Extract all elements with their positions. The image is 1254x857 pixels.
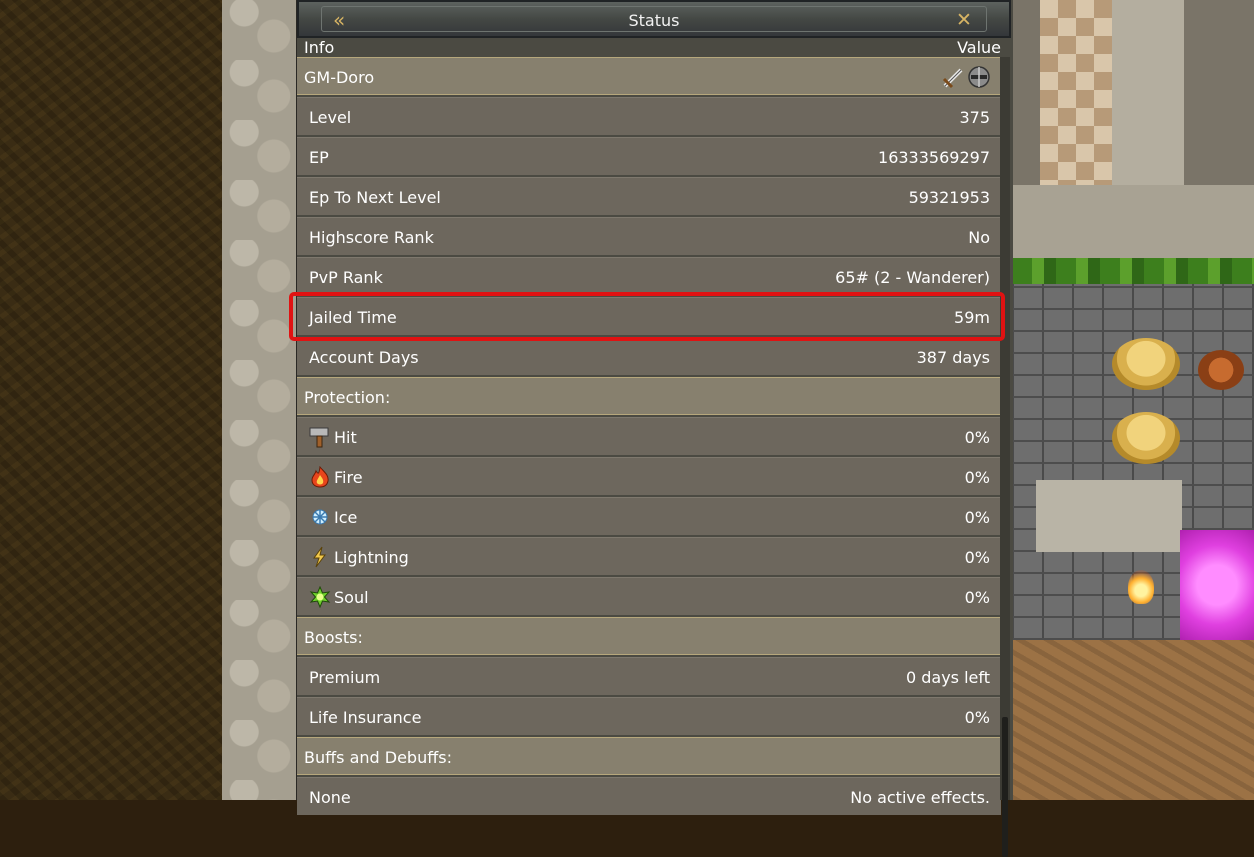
boost-label: Premium: [309, 668, 381, 687]
protection-row-ice: Ice 0%: [297, 497, 1001, 535]
close-button[interactable]: ✕: [953, 8, 975, 32]
protection-value: 0%: [964, 428, 990, 447]
double-chevron-left-icon: «: [333, 8, 346, 32]
background-magic-portal: [1180, 530, 1254, 640]
section-heading: Buffs and Debuffs:: [304, 748, 452, 767]
background-vines: [1012, 258, 1254, 284]
protection-label: Ice: [334, 508, 358, 527]
sword-icon: [942, 68, 963, 89]
stat-label: PvP Rank: [309, 268, 383, 287]
boost-row-life-insurance: Life Insurance 0%: [297, 697, 1001, 735]
helmet-icon: [968, 66, 990, 88]
column-header: Info Value: [297, 38, 1003, 57]
buff-label: None: [309, 788, 351, 807]
scrollbar[interactable]: [1000, 57, 1010, 857]
protection-row-fire: Fire 0%: [297, 457, 1001, 495]
stat-value: 375: [959, 108, 990, 127]
section-protection: Protection:: [297, 377, 1001, 415]
section-boosts: Boosts:: [297, 617, 1001, 655]
stat-value: 65# (2 - Wanderer): [835, 268, 990, 287]
stat-row-jailed-time: Jailed Time 59m: [297, 297, 1001, 335]
protection-value: 0%: [964, 468, 990, 487]
stat-label: Ep To Next Level: [309, 188, 441, 207]
snowflake-icon: [312, 509, 328, 525]
buff-value: No active effects.: [850, 788, 990, 807]
section-buffs-debuffs: Buffs and Debuffs:: [297, 737, 1001, 775]
gold-coins: [1112, 412, 1180, 464]
protection-row-lightning: Lightning 0%: [297, 537, 1001, 575]
section-heading: Boosts:: [304, 628, 363, 647]
boost-value: 0%: [964, 708, 990, 727]
background-log: [1198, 350, 1244, 390]
boost-value: 0 days left: [905, 668, 990, 687]
background-torch-fire: [1128, 570, 1154, 604]
boost-label: Life Insurance: [309, 708, 422, 727]
player-name-row: GM-Doro: [297, 57, 1001, 95]
player-badge-icons: [942, 66, 990, 89]
boost-row-premium: Premium 0 days left: [297, 657, 1001, 695]
protection-row-hit: Hit 0%: [297, 417, 1001, 455]
column-value-label: Value: [957, 38, 1001, 57]
stat-label: Highscore Rank: [309, 228, 434, 247]
background-stone-block: [1036, 480, 1182, 552]
stat-label: EP: [309, 148, 329, 167]
status-list[interactable]: GM-Doro Level 375 EP 16333569297 Ep To N…: [297, 57, 1001, 817]
background-wall-top: [1012, 185, 1254, 260]
window-titlebar[interactable]: « Status ✕: [297, 0, 1011, 38]
status-window: « Status ✕ Info Value GM-Doro Level 375 …: [296, 0, 1013, 815]
protection-value: 0%: [964, 588, 990, 607]
stat-value: 16333569297: [878, 148, 990, 167]
stat-label: Jailed Time: [309, 308, 397, 327]
protection-label: Hit: [334, 428, 357, 447]
scrollbar-thumb[interactable]: [1002, 717, 1008, 857]
background-ground: [1012, 640, 1254, 800]
stat-value: 59m: [954, 308, 990, 327]
gold-coins: [1112, 338, 1180, 390]
stat-label: Level: [309, 108, 352, 127]
protection-value: 0%: [964, 548, 990, 567]
buff-row: None No active effects.: [297, 777, 1001, 815]
hammer-icon: [309, 427, 329, 448]
player-name: GM-Doro: [304, 68, 375, 87]
protection-label: Soul: [334, 588, 369, 607]
close-icon: ✕: [956, 9, 972, 31]
background-checker-floor: [1040, 0, 1112, 185]
stat-value: No: [968, 228, 990, 247]
background-stone-wall: [222, 0, 296, 800]
stat-label: Account Days: [309, 348, 419, 367]
stat-row-level: Level 375: [297, 97, 1001, 135]
stat-row-ep: EP 16333569297: [297, 137, 1001, 175]
back-button[interactable]: «: [333, 8, 355, 32]
stat-row-ep-to-next-level: Ep To Next Level 59321953: [297, 177, 1001, 215]
fire-icon: [311, 466, 329, 488]
background-pillar: [1112, 0, 1184, 190]
section-heading: Protection:: [304, 388, 391, 407]
background-dirt: [0, 0, 222, 800]
stat-row-pvp-rank: PvP Rank 65# (2 - Wanderer): [297, 257, 1001, 295]
stat-value: 387 days: [916, 348, 990, 367]
stat-value: 59321953: [908, 188, 990, 207]
column-info-label: Info: [304, 38, 335, 57]
protection-label: Lightning: [334, 548, 409, 567]
stat-row-highscore-rank: Highscore Rank No: [297, 217, 1001, 255]
protection-value: 0%: [964, 508, 990, 527]
window-title: Status: [628, 11, 680, 30]
soul-icon: [309, 586, 331, 608]
stat-row-account-days: Account Days 387 days: [297, 337, 1001, 375]
protection-label: Fire: [334, 468, 363, 487]
protection-row-soul: Soul 0%: [297, 577, 1001, 615]
lightning-icon: [313, 546, 326, 568]
